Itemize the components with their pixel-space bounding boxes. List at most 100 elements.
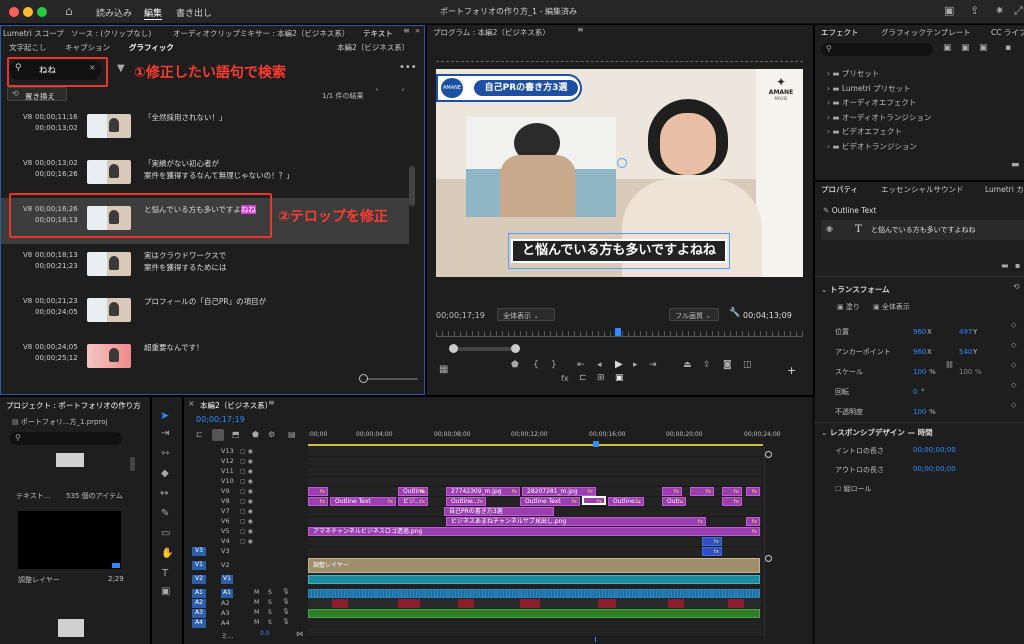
- clip-v3[interactable]: [702, 547, 722, 556]
- zoom-handle-left[interactable]: [449, 344, 458, 353]
- prop-value-y[interactable]: 497: [959, 322, 972, 342]
- row-caption-line2[interactable]: 案件を獲得するなんて無理じゃないの！？」: [144, 170, 294, 182]
- tab-essential-sound[interactable]: エッセンシャルサウンド: [881, 184, 964, 195]
- go-to-in-icon[interactable]: ⇤: [577, 361, 585, 370]
- mute-button[interactable]: M: [254, 609, 259, 616]
- mute-button[interactable]: M: [254, 619, 259, 626]
- tab-effects[interactable]: エフェクト: [821, 27, 859, 38]
- type-tool-icon[interactable]: T: [162, 569, 168, 579]
- lift-icon[interactable]: ⏏: [683, 361, 692, 370]
- tab-lumetri-color[interactable]: Lumetri カラ: [985, 184, 1024, 195]
- ripple-edit-tool-icon[interactable]: ⇿: [161, 449, 169, 459]
- add-button-icon[interactable]: +: [787, 365, 796, 376]
- lock-eye-icons[interactable]: ▢ ◉: [240, 507, 270, 517]
- solo-button[interactable]: S: [268, 609, 272, 616]
- mute-button[interactable]: M: [254, 599, 259, 606]
- menu-export[interactable]: 書き出し: [176, 6, 212, 19]
- project-scrollbar[interactable]: [130, 457, 135, 471]
- lock-eye-icons[interactable]: ▢ ◉: [240, 467, 270, 477]
- list-item[interactable]: V8 00;00;18;13 00;00;21;23 実はクラウドワークスで 案…: [1, 244, 424, 290]
- clip-v9-image[interactable]: 28207281_m.jpg: [522, 487, 596, 496]
- fx-icon[interactable]: fx: [561, 375, 569, 383]
- close-tab-icon[interactable]: ×: [188, 400, 195, 408]
- clip-v9[interactable]: [746, 487, 760, 496]
- folder-icon[interactable]: ▬: [1001, 262, 1009, 270]
- bin-thumbnail[interactable]: [58, 619, 84, 637]
- zoom-scrollbar[interactable]: [451, 347, 515, 351]
- list-item[interactable]: V8 00;00;13;02 00;00;16;26 「実績がない初心者が 案件…: [1, 152, 424, 198]
- clip-v8-selected[interactable]: [582, 496, 606, 505]
- new-folder-icon[interactable]: ▬: [1011, 161, 1020, 170]
- clip-a2[interactable]: [398, 599, 420, 608]
- clip-v9[interactable]: [308, 487, 328, 496]
- text-layer-row[interactable]: ◉ T と悩んでいる方も多いですよねね: [821, 220, 1024, 240]
- link-icon[interactable]: ⛓: [945, 362, 954, 369]
- responsive-header[interactable]: ⌄ レスポンシブデザイン — 時間: [821, 427, 933, 438]
- pen-tool-icon[interactable]: ✎: [161, 509, 169, 519]
- source-patch-a4[interactable]: A4: [192, 619, 206, 628]
- zoom-window-icon[interactable]: [37, 7, 47, 17]
- replace-button[interactable]: ⟲ 置き換え: [7, 87, 67, 101]
- tab-graphic-templates[interactable]: グラフィックテンプレート: [881, 27, 971, 38]
- mix-value[interactable]: 0.0: [260, 630, 270, 637]
- expand-icon[interactable]: »: [415, 27, 420, 35]
- clip-v8[interactable]: [308, 497, 328, 506]
- list-item[interactable]: V8 00;00;21;23 00;00;24;05 プロフィールの「自己PR」…: [1, 290, 424, 336]
- mic-icon[interactable]: 🎙: [282, 589, 290, 595]
- video-frame[interactable]: AMANE 自己PRの書き方3選 ✦ AMANE MOVIE と悩んでいる方も多…: [436, 69, 803, 277]
- compare-view-icon[interactable]: ◫: [743, 361, 752, 370]
- more-options-icon[interactable]: •••: [399, 62, 417, 73]
- snap-icon[interactable]: [212, 429, 224, 441]
- overlay-icon[interactable]: ▣: [615, 374, 624, 383]
- new-bin-icon[interactable]: ▪: [1005, 44, 1011, 53]
- show-all-toggle[interactable]: ▣ 全体表示: [873, 302, 910, 312]
- marker-icon[interactable]: ⬟: [511, 361, 519, 370]
- scroll-handle-mid[interactable]: [765, 555, 772, 562]
- source-patch-v3[interactable]: V3: [192, 547, 206, 556]
- source-patch-a3[interactable]: A3: [192, 609, 206, 618]
- wrench-icon[interactable]: 🔧: [729, 309, 740, 318]
- razor-tool-icon[interactable]: ◆: [161, 469, 169, 479]
- thumbnail-size-slider[interactable]: [363, 378, 418, 380]
- tab-text[interactable]: テキスト: [363, 28, 393, 39]
- lock-eye-icons[interactable]: ▢ ◉: [240, 447, 270, 457]
- track-select-tool-icon[interactable]: ⇥: [161, 429, 169, 439]
- row-caption-line2[interactable]: 案件を獲得するためには: [144, 262, 227, 274]
- scroll-handle-top[interactable]: [765, 451, 772, 458]
- lock-eye-icons[interactable]: ▢ ◉: [240, 517, 270, 527]
- keyframe-icon[interactable]: ◇: [1011, 382, 1016, 389]
- clip-a2[interactable]: [520, 599, 540, 608]
- subtab-graphics[interactable]: グラフィック: [129, 42, 174, 53]
- timeline-timecode[interactable]: 00;00;17;19: [196, 415, 245, 424]
- prop-value-y[interactable]: 540: [959, 342, 972, 362]
- outro-value[interactable]: 00;00;00;00: [913, 465, 956, 473]
- nest-icon[interactable]: ⊏: [196, 431, 203, 439]
- fullscreen-icon[interactable]: ⤢: [1014, 5, 1023, 16]
- zoom-handle-icon[interactable]: ⋈: [296, 631, 303, 638]
- program-timecode[interactable]: 00;00;17;19: [436, 311, 485, 320]
- clip-v8[interactable]: Out...: [662, 497, 686, 506]
- timeline-tab[interactable]: 本編2（ビジネス系）: [200, 400, 272, 411]
- add-marker-icon[interactable]: ⬟: [252, 431, 259, 439]
- prop-value-x[interactable]: 960: [913, 322, 926, 342]
- clip-v7-title[interactable]: 自己PRの書き方3選: [444, 507, 554, 516]
- quality-dropdown[interactable]: フル画質 ⌄: [669, 308, 719, 321]
- extract-icon[interactable]: ⇪: [703, 361, 711, 370]
- mute-button[interactable]: M: [254, 589, 259, 596]
- clip-v8-outline[interactable]: Outline...: [608, 497, 644, 506]
- captions-icon[interactable]: ▤: [288, 431, 296, 439]
- mic-icon[interactable]: 🎙: [282, 599, 290, 605]
- caption-tool-icon[interactable]: ▣: [161, 587, 170, 597]
- keyframe-icon[interactable]: ◇: [1011, 322, 1016, 329]
- lock-eye-icons[interactable]: ▢ ◉: [240, 527, 270, 537]
- panel-menu-icon[interactable]: ≡: [403, 27, 410, 35]
- linked-selection-icon[interactable]: ⬒: [232, 431, 240, 439]
- time-ruler[interactable]: :00;00 00;00;04;00 00;00;08;00 00;00;12;…: [308, 431, 781, 443]
- effects-item-lumetri-presets[interactable]: › ▬ Lumetri プリセット: [827, 82, 931, 97]
- list-item[interactable]: V8 00;00;11;16 00;00;13;02 「全然採用されない！」: [1, 106, 424, 152]
- row-caption[interactable]: プロフィールの「自己PR」の項目が: [144, 296, 266, 308]
- program-playhead[interactable]: [615, 328, 621, 336]
- rectangle-tool-icon[interactable]: ▭: [161, 529, 170, 539]
- lock-eye-icons[interactable]: ▢ ◉: [240, 487, 270, 497]
- subtitle-bounding-box[interactable]: と悩んでいる方も多いですよねね: [508, 233, 730, 269]
